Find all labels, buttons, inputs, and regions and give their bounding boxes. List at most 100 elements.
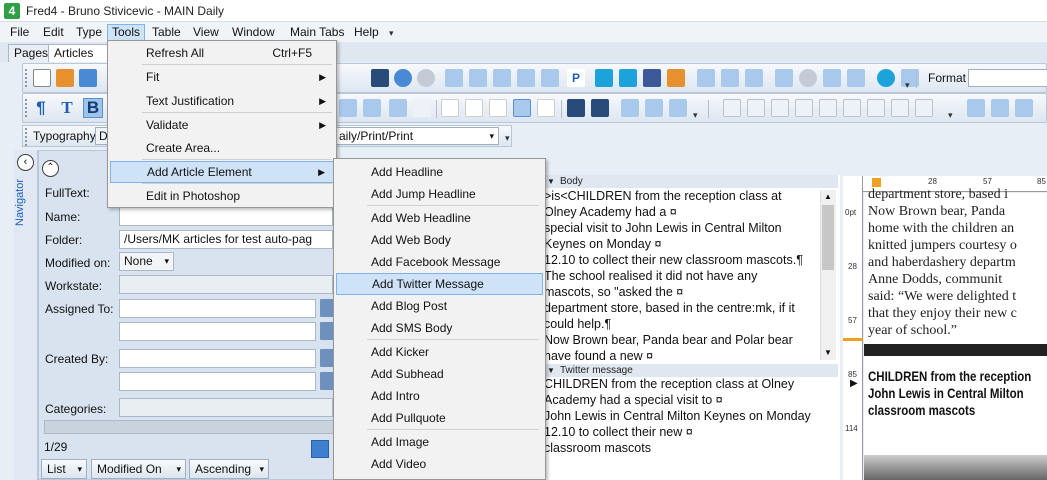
user-picker-icon[interactable] <box>320 299 334 317</box>
add-element-menu-item[interactable]: Add Kicker <box>336 341 543 363</box>
toolbar-overflow-icon[interactable]: ▾ <box>948 110 953 121</box>
modified-on-select[interactable]: None ▾ <box>119 252 174 271</box>
add-element-menu-item[interactable]: Add SMS Body <box>336 317 543 339</box>
photo-icon[interactable] <box>493 69 511 87</box>
page-layout-alt-icon[interactable] <box>991 99 1009 117</box>
web-body-icon[interactable] <box>595 69 613 87</box>
table-insert-icon[interactable] <box>867 99 885 117</box>
edit-frame-icon[interactable] <box>389 99 407 117</box>
table-props-icon[interactable] <box>891 99 909 117</box>
toolbar-overflow-icon[interactable]: ▾ <box>693 110 698 121</box>
add-element-menu-item[interactable]: Add Subhead <box>336 363 543 385</box>
user-picker-icon[interactable] <box>320 349 334 367</box>
globe-icon[interactable] <box>394 69 412 87</box>
toolbar-grip[interactable] <box>25 99 28 117</box>
tools-menu-item[interactable]: Refresh All Ctrl+F5 <box>110 42 334 64</box>
user-picker-icon[interactable] <box>320 372 334 390</box>
justify-icon[interactable] <box>513 99 531 117</box>
align-bottom-icon[interactable] <box>645 99 663 117</box>
menu-table[interactable]: Table <box>148 24 185 41</box>
collapse-triangle-icon[interactable]: ▼ <box>547 175 555 188</box>
hierarchy-third-icon[interactable] <box>745 69 763 87</box>
publish-p-icon[interactable]: P <box>567 69 585 87</box>
triangle-up-icon[interactable] <box>669 99 687 117</box>
refresh-icon[interactable] <box>311 440 329 458</box>
toolbar-overflow-icon[interactable]: ▾ <box>905 80 910 91</box>
add-element-menu-item[interactable]: Add Headline <box>336 161 543 183</box>
add-element-menu-item[interactable]: Add Web Headline <box>336 207 543 229</box>
horizontal-scrollbar[interactable] <box>44 420 334 434</box>
hierarchy-icon[interactable] <box>697 69 715 87</box>
skype-icon[interactable] <box>877 69 895 87</box>
table-row-icon[interactable] <box>747 99 765 117</box>
image-search-icon[interactable] <box>541 69 559 87</box>
table-delete-icon[interactable] <box>843 99 861 117</box>
scroll-down-icon[interactable]: ▼ <box>824 348 832 357</box>
toolbar-grip[interactable] <box>25 128 28 146</box>
first-icon[interactable] <box>621 99 639 117</box>
binoculars-icon[interactable] <box>371 69 389 87</box>
open-folder-icon[interactable] <box>56 69 74 87</box>
back-icon[interactable]: ‹ <box>17 154 34 171</box>
add-element-menu-item[interactable]: Add Web Body <box>336 229 543 251</box>
style-combo[interactable]: aily/Print/Print ▾ <box>335 127 499 145</box>
unlink-icon[interactable] <box>591 99 609 117</box>
sort-order-select[interactable]: Ascending ▾ <box>189 459 269 479</box>
sort-field-select[interactable]: Modified On ▾ <box>91 459 186 479</box>
table-merge-icon[interactable] <box>795 99 813 117</box>
menu-file[interactable]: File <box>6 24 33 41</box>
layout-icon[interactable] <box>517 69 535 87</box>
created-by-input-2[interactable] <box>119 372 316 391</box>
body-section-header[interactable]: ▼ Body <box>542 175 838 188</box>
tools-menu-item[interactable]: Add Article Element ▶ <box>110 161 334 183</box>
save-icon[interactable] <box>79 69 97 87</box>
navigator-label[interactable]: Navigator <box>14 172 38 232</box>
facebook-icon[interactable] <box>643 69 661 87</box>
menu-window[interactable]: Window <box>228 24 279 41</box>
table-split-icon[interactable] <box>819 99 837 117</box>
assigned-to-input-2[interactable] <box>119 322 316 341</box>
created-by-input[interactable] <box>119 349 316 368</box>
format-combo[interactable] <box>968 69 1047 87</box>
add-element-menu-item[interactable]: Add Image <box>336 431 543 453</box>
check-document-icon[interactable] <box>469 69 487 87</box>
blogger-icon[interactable] <box>667 69 685 87</box>
bold-icon[interactable]: B <box>83 98 103 118</box>
add-element-menu-item[interactable]: Add Intro <box>336 385 543 407</box>
menu-tools[interactable]: Tools <box>107 24 146 41</box>
tools-menu-item[interactable]: Edit in Photoshop <box>110 185 334 207</box>
body-text[interactable]: >is<CHILDREN from the reception class at… <box>544 188 820 364</box>
tools-menu-item[interactable]: Validate ▶ <box>110 114 334 136</box>
menu-view[interactable]: View <box>189 24 223 41</box>
workstate-select[interactable] <box>119 275 333 294</box>
menu-overflow-icon[interactable]: ▾ <box>389 28 394 39</box>
justify-all-icon[interactable] <box>537 99 555 117</box>
add-element-menu-item[interactable]: Add Blog Post <box>336 295 543 317</box>
hierarchy-alt-icon[interactable] <box>721 69 739 87</box>
align-center-icon[interactable] <box>465 99 483 117</box>
menu-main-tabs[interactable]: Main Tabs <box>286 24 348 41</box>
tab-articles[interactable]: Articles × <box>48 44 108 77</box>
text-t-icon[interactable]: T <box>57 98 77 118</box>
link-icon[interactable] <box>567 99 585 117</box>
add-element-menu-item[interactable]: Add Video <box>336 453 543 475</box>
page-layout-third-icon[interactable] <box>1015 99 1033 117</box>
tools-menu-item[interactable]: Fit ▶ <box>110 66 334 88</box>
name-input[interactable] <box>119 207 333 226</box>
menu-type[interactable]: Type <box>72 24 106 41</box>
spellcheck-icon[interactable] <box>775 69 793 87</box>
add-element-menu-item[interactable]: Add Facebook Message <box>336 251 543 273</box>
new-document-icon[interactable] <box>33 69 51 87</box>
tools-menu-item[interactable]: Text Justification ▶ <box>110 90 334 112</box>
add-element-menu-item[interactable]: Add Pullquote <box>336 407 543 429</box>
view-mode-select[interactable]: List ▾ <box>41 459 87 479</box>
toolbar-overflow-icon[interactable]: ▾ <box>505 133 510 144</box>
menu-help[interactable]: Help <box>350 24 383 41</box>
align-right-icon[interactable] <box>489 99 507 117</box>
blog-icon[interactable] <box>619 69 637 87</box>
block-icon[interactable] <box>799 69 817 87</box>
scroll-up-icon[interactable]: ▲ <box>824 192 832 201</box>
resize-frame-icon[interactable] <box>363 99 381 117</box>
twitter-text[interactable]: CHILDREN from the reception class at Oln… <box>544 376 834 456</box>
image-frame-icon[interactable] <box>339 99 357 117</box>
